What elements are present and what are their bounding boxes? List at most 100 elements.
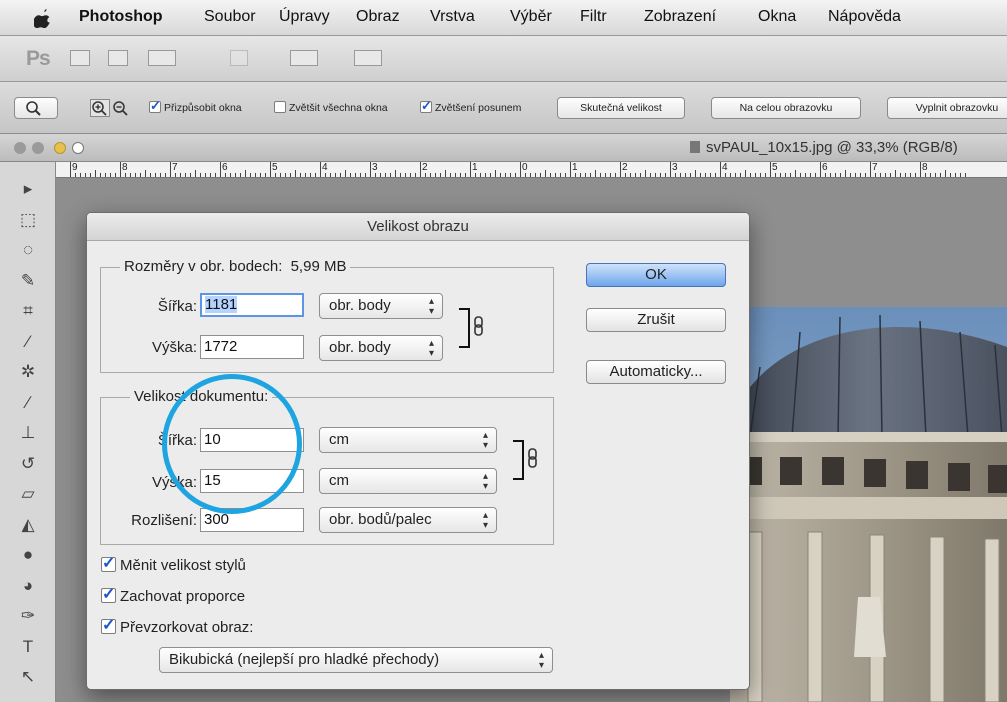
zoom-all-windows-checkbox[interactable]: Zvětšit všechna okna [274, 101, 388, 114]
ruler-tick [570, 162, 571, 177]
ruler-tick [510, 173, 511, 177]
apple-icon[interactable] [34, 8, 52, 28]
constrain-proportions-checkbox[interactable]: Zachovat proporce [101, 584, 245, 605]
eyedropper-icon[interactable]: ⁄ [16, 331, 40, 353]
menu-filtr[interactable]: Filtr [580, 8, 607, 26]
ruler-tick [780, 173, 781, 177]
ruler-tick [905, 173, 906, 177]
menu-okna[interactable]: Okna [758, 8, 796, 26]
ruler-tick [760, 173, 761, 177]
extras-icon[interactable] [148, 50, 176, 66]
scrubby-zoom-checkbox[interactable]: Zvětšení posunem [420, 98, 521, 114]
menu-obraz[interactable]: Obraz [356, 8, 400, 26]
brush-icon[interactable]: ∕ [16, 392, 40, 414]
ruler-tick [515, 173, 516, 177]
bridge-icon[interactable] [70, 50, 90, 66]
ruler-tick [945, 170, 946, 177]
doc-width-unit-select[interactable]: cm ▴ ▾ [319, 427, 497, 453]
ruler-tick [705, 173, 706, 177]
ruler-tick [635, 173, 636, 177]
quick-select-icon[interactable]: ✎ [16, 270, 40, 292]
resample-method-select[interactable]: Bikubická (nejlepší pro hladké přechody)… [159, 647, 553, 673]
checkbox-icon [101, 584, 116, 604]
ruler-tick [810, 173, 811, 177]
blur-icon[interactable]: ● [16, 544, 40, 566]
updown-arrows-icon: ▴ ▾ [482, 430, 488, 451]
updown-arrows-icon: ▴ ▾ [482, 510, 488, 531]
ruler-tick [430, 173, 431, 177]
fit-screen-button[interactable]: Na celou obrazovku [711, 97, 861, 119]
ruler-tick [845, 170, 846, 177]
pixel-dimensions-legend: Rozměry v obr. bodech: 5,99 MB [120, 258, 351, 275]
fit-windows-checkbox[interactable]: Přizpůsobit okna [149, 98, 242, 114]
ruler-tick [435, 173, 436, 177]
menu-photoshop[interactable]: Photoshop [79, 8, 163, 26]
zoom-level-icon[interactable] [230, 50, 248, 66]
menu-vrstva[interactable]: Vrstva [430, 8, 475, 26]
zoom-window-icon[interactable] [54, 142, 66, 154]
crop-icon[interactable]: ⌗ [16, 300, 40, 322]
menu-upravy[interactable]: Úpravy [279, 8, 330, 26]
dodge-icon[interactable]: ◕ [16, 575, 40, 597]
scale-styles-checkbox[interactable]: Měnit velikost stylů [101, 553, 246, 574]
resolution-unit-select[interactable]: obr. bodů/palec ▴ ▾ [319, 507, 497, 533]
pixel-height-input[interactable]: 1772 [200, 335, 304, 359]
ruler-tick [585, 173, 586, 177]
path-select-icon[interactable]: ↖ [16, 666, 40, 688]
bucket-icon[interactable]: ◭ [16, 514, 40, 536]
ruler-tick [605, 173, 606, 177]
minibridge-icon[interactable] [108, 50, 128, 66]
arrange-documents-icon[interactable] [290, 50, 318, 66]
resample-checkbox[interactable]: Převzorkovat obraz: [101, 615, 253, 636]
tool-preset-picker[interactable] [14, 97, 58, 119]
fullscreen-window-icon[interactable] [72, 142, 84, 154]
menu-soubor[interactable]: Soubor [204, 8, 256, 26]
ruler-tick [770, 162, 771, 177]
menu-zobrazeni[interactable]: Zobrazení [644, 8, 716, 26]
type-icon[interactable]: T [16, 636, 40, 658]
ruler-tick [115, 173, 116, 177]
stamp-icon[interactable]: ⊥ [16, 422, 40, 444]
ruler-tick [885, 173, 886, 177]
doc-height-unit-select[interactable]: cm ▴ ▾ [319, 468, 497, 494]
pixel-width-value: 1181 [205, 296, 238, 313]
ruler-tick [670, 162, 671, 177]
history-brush-icon[interactable]: ↺ [16, 453, 40, 475]
healing-icon[interactable]: ✲ [16, 361, 40, 383]
ruler-label: 6 [222, 162, 228, 173]
move-icon[interactable]: ▸ [16, 178, 40, 200]
zoom-out-icon[interactable] [111, 99, 131, 117]
pixel-width-input[interactable]: 1181 [200, 293, 304, 317]
ruler-tick [210, 173, 211, 177]
zoom-in-icon[interactable] [90, 99, 110, 117]
eraser-icon[interactable]: ▱ [16, 483, 40, 505]
lasso-icon[interactable]: ◌ [16, 239, 40, 261]
ruler-tick [555, 173, 556, 177]
close-window-icon[interactable] [14, 142, 26, 154]
ruler-tick [180, 173, 181, 177]
pen-icon[interactable]: ✑ [16, 605, 40, 627]
cancel-button[interactable]: Zrušit [586, 308, 726, 332]
ruler-tick [330, 173, 331, 177]
fill-screen-button[interactable]: Vyplnit obrazovku [887, 97, 1007, 119]
menu-vyber[interactable]: Výběr [510, 8, 552, 26]
ruler-tick [160, 173, 161, 177]
actual-pixels-button[interactable]: Skutečná velikost [557, 97, 685, 119]
ruler-tick [475, 173, 476, 177]
auto-button[interactable]: Automaticky... [586, 360, 726, 384]
ps-logo: Ps [26, 47, 51, 70]
menu-napoveda[interactable]: Nápověda [828, 8, 901, 26]
ruler-tick [285, 173, 286, 177]
ruler-tick [525, 173, 526, 177]
ruler-tick [85, 173, 86, 177]
ok-button[interactable]: OK [586, 263, 726, 287]
ruler-tick [300, 173, 301, 177]
marquee-icon[interactable]: ⬚ [16, 209, 40, 231]
ruler-tick [365, 173, 366, 177]
checkbox-icon [101, 615, 116, 635]
pixel-height-unit-select[interactable]: obr. body ▴ ▾ [319, 335, 443, 361]
minimize-window-icon[interactable] [32, 142, 44, 154]
ruler-tick [195, 170, 196, 177]
screen-mode-icon[interactable] [354, 50, 382, 66]
pixel-width-unit-select[interactable]: obr. body ▴ ▾ [319, 293, 443, 319]
